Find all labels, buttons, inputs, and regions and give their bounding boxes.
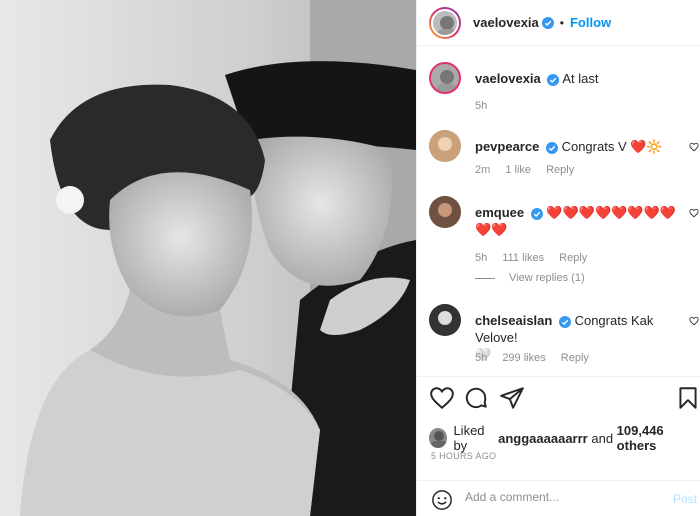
comment-likes[interactable]: 111 likes xyxy=(502,252,544,264)
verified-badge-icon xyxy=(545,141,558,154)
comment-time: 5h xyxy=(475,252,488,264)
commenter-avatar[interactable] xyxy=(429,130,461,162)
save-bookmark-icon[interactable] xyxy=(675,385,700,411)
comment-emojis-line1: ❤️❤️❤️❤️❤️❤️❤️❤️ xyxy=(546,205,676,220)
caption-text: At last xyxy=(562,71,599,86)
post-side-panel: vaelovexia • Follow vaelovexia At last 5… xyxy=(416,0,700,516)
comment-likes[interactable]: 1 like xyxy=(505,164,531,176)
liked-by-and: and xyxy=(587,430,617,446)
comments-list[interactable]: vaelovexia At last 5h pevpearce Congrats… xyxy=(417,46,700,376)
liker-avatar[interactable] xyxy=(429,428,448,448)
comment-emojis-line2: ❤️❤️ xyxy=(475,222,508,237)
separator-dot: • xyxy=(559,15,564,30)
author-username[interactable]: vaelovexia xyxy=(473,15,539,30)
comment-likes[interactable]: 299 likes xyxy=(502,352,545,364)
reply-button[interactable]: Reply xyxy=(559,252,587,264)
like-comment-heart-icon[interactable] xyxy=(689,208,699,218)
action-bar xyxy=(417,376,700,420)
commenter-username[interactable]: emquee xyxy=(475,205,524,220)
liked-by-user[interactable]: anggaaaaaarrr xyxy=(498,431,588,446)
reply-button[interactable]: Reply xyxy=(546,164,574,176)
caption-time: 5h xyxy=(475,100,488,112)
caption-username[interactable]: vaelovexia xyxy=(475,71,541,86)
post-photo[interactable] xyxy=(0,0,416,516)
verified-badge-icon xyxy=(530,207,543,220)
like-comment-heart-icon[interactable] xyxy=(689,142,699,152)
wedding-photo xyxy=(0,0,416,516)
like-heart-icon[interactable] xyxy=(429,385,455,411)
author-avatar[interactable] xyxy=(429,6,461,39)
like-comment-heart-icon[interactable] xyxy=(689,316,699,326)
likes-summary: Liked by anggaaaaaarrr and 109,446 other… xyxy=(429,423,700,453)
post-timestamp[interactable]: 5 HOURS AGO xyxy=(431,451,496,461)
replies-divider xyxy=(475,277,495,279)
follow-button[interactable]: Follow xyxy=(570,15,611,30)
share-icon[interactable] xyxy=(499,385,525,411)
comment-icon[interactable] xyxy=(463,385,489,411)
liked-by-prefix: Liked by xyxy=(453,423,485,453)
verified-badge-icon xyxy=(541,16,554,29)
add-comment-bar: Post xyxy=(417,480,700,516)
commenter-avatar[interactable] xyxy=(429,304,461,336)
post-header: vaelovexia • Follow xyxy=(417,0,700,46)
comment-text: Congrats V xyxy=(561,139,627,154)
view-replies-label[interactable]: View replies (1) xyxy=(509,272,585,284)
comment-emojis: ❤️🔆 xyxy=(630,139,663,154)
commenter-avatar[interactable] xyxy=(429,196,461,228)
view-replies-button[interactable]: View replies (1) xyxy=(475,272,585,284)
comment-input[interactable] xyxy=(465,490,655,504)
commenter-username[interactable]: pevpearce xyxy=(475,139,539,154)
comment-time: 5h xyxy=(475,352,488,364)
post-comment-button[interactable]: Post xyxy=(673,492,697,506)
caption-avatar[interactable] xyxy=(429,62,461,94)
commenter-username[interactable]: chelseaislan xyxy=(475,313,552,328)
emoji-icon[interactable] xyxy=(431,489,453,511)
comment-time: 2m xyxy=(475,164,491,176)
verified-badge-icon xyxy=(547,73,560,86)
liked-by-count[interactable]: 109,446 others xyxy=(617,423,700,453)
reply-button[interactable]: Reply xyxy=(561,352,589,364)
verified-badge-icon xyxy=(558,315,571,328)
